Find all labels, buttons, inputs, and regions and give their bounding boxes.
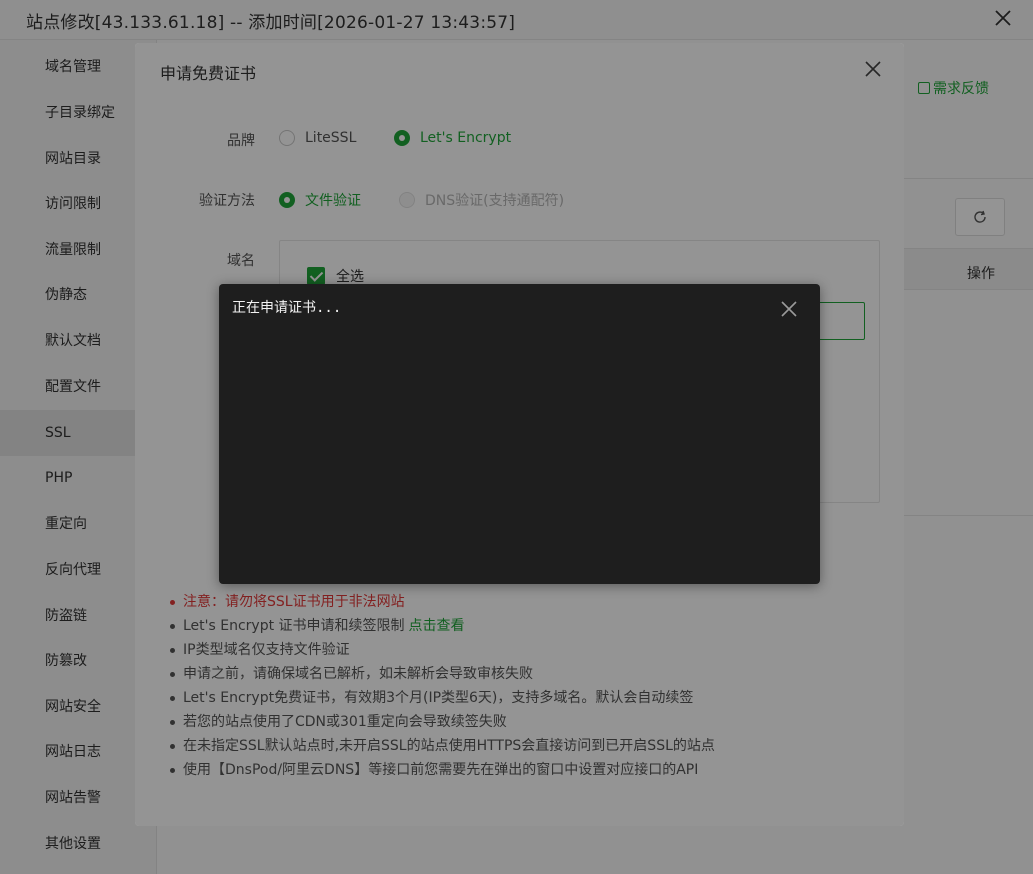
loading-text: 正在申请证书... bbox=[232, 300, 342, 316]
loading-dialog: 正在申请证书... bbox=[219, 284, 820, 584]
close-icon[interactable] bbox=[780, 300, 798, 318]
